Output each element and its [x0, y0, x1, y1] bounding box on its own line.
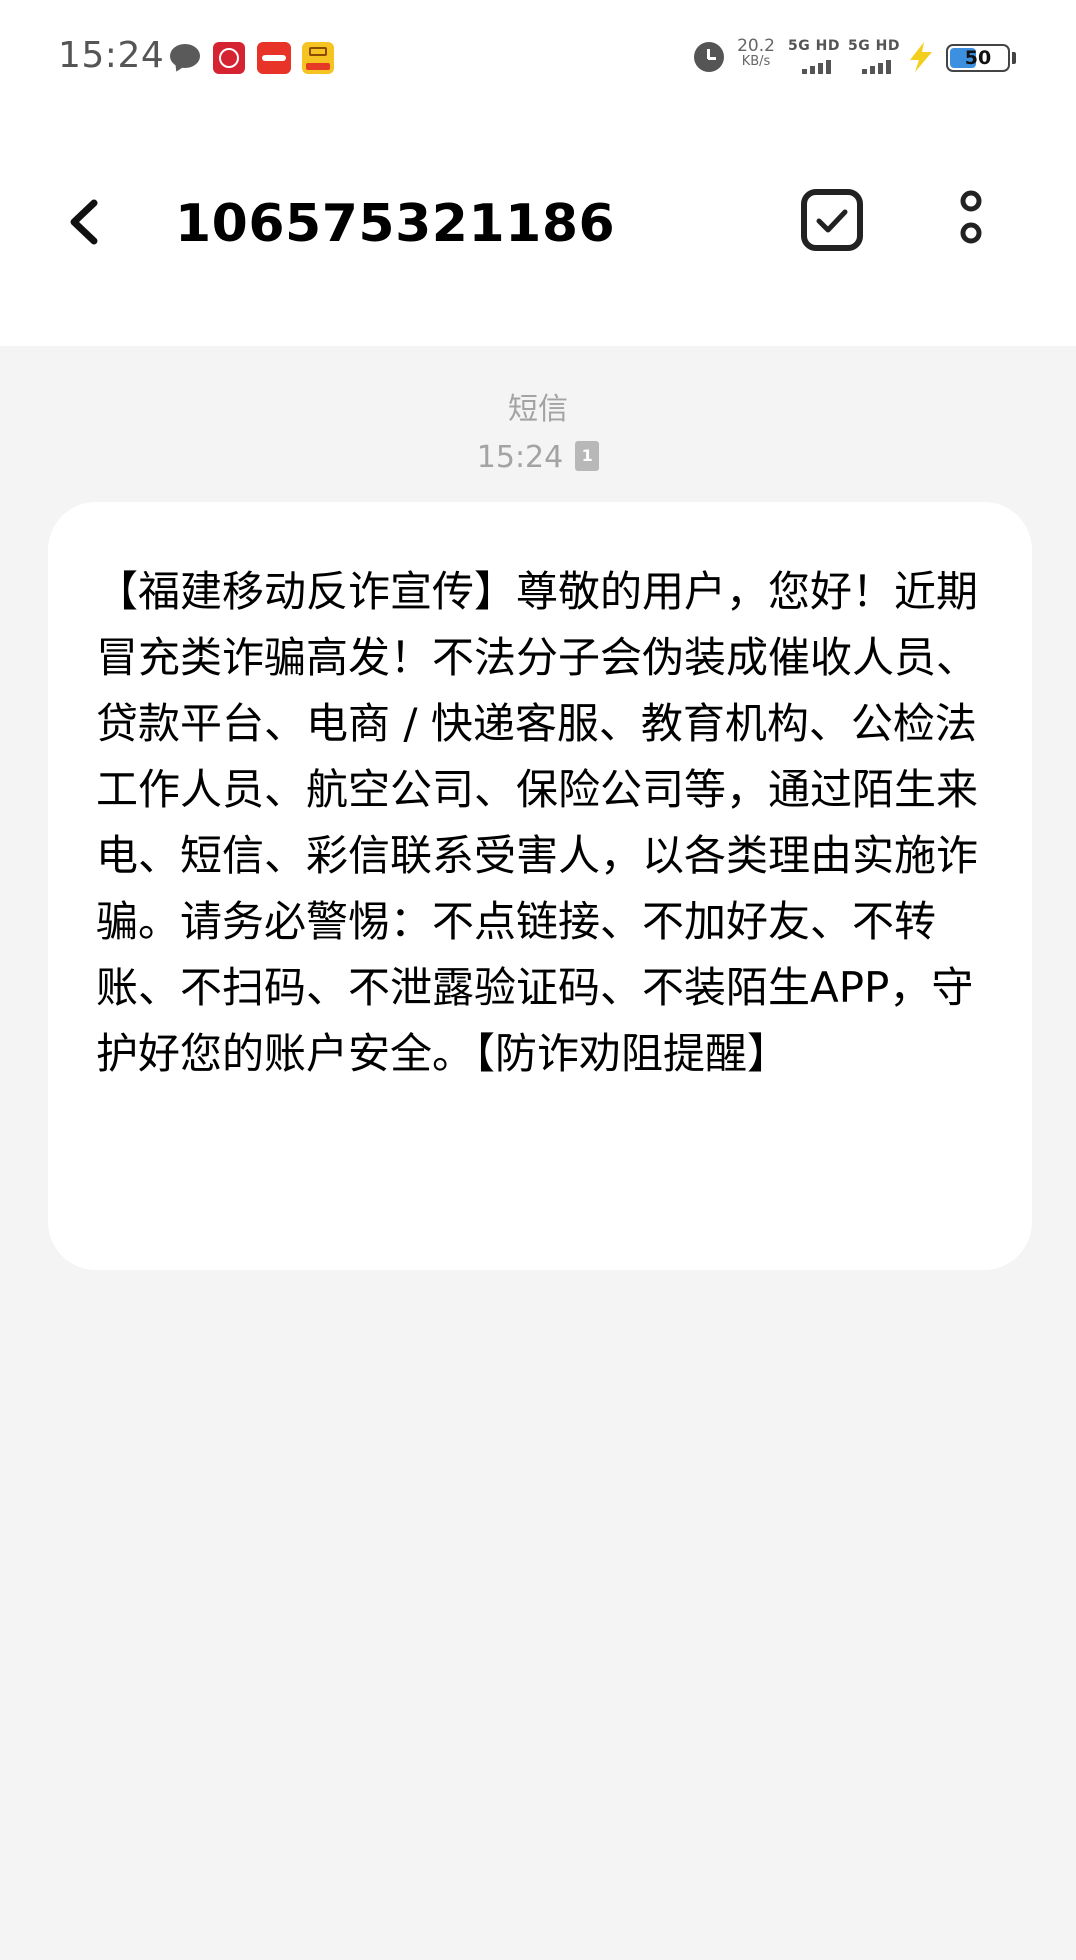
message-type-label: 短信: [508, 392, 568, 427]
select-messages-button[interactable]: [800, 188, 864, 252]
message-timestamp: 15:24: [476, 440, 564, 475]
sim2-network-label: 5G HD: [848, 38, 900, 54]
haofenqi-app-icon: [257, 42, 291, 74]
chat-bubble-icon: [170, 44, 200, 68]
contact-number-title: 106575321186: [175, 194, 616, 254]
checkbox-icon: [801, 189, 863, 251]
signal-bars-icon: [802, 58, 842, 74]
sim1-network-label: 5G HD: [788, 38, 840, 54]
more-options-button[interactable]: [944, 188, 998, 252]
charging-bolt-icon: [906, 40, 936, 74]
citic-bank-app-icon: [213, 42, 245, 74]
message-bubble[interactable]: 【福建移动反诈宣传】尊敬的用户，您好！近期冒充类诈骗高发！不法分子会伪装成催收人…: [48, 502, 1032, 1270]
sim2-signal: 5G HD: [848, 38, 904, 78]
battery-icon: 50: [946, 44, 1010, 72]
more-vertical-icon: [960, 190, 982, 244]
message-text: 【福建移动反诈宣传】尊敬的用户，您好！近期冒充类诈骗高发！不法分子会伪装成催收人…: [96, 567, 979, 1078]
battery-level-text: 50: [964, 47, 992, 69]
sim-card-icon: 1: [575, 440, 600, 471]
network-speed-value: 20.2: [737, 36, 775, 56]
back-button[interactable]: [60, 187, 116, 257]
status-bar: 15:24 20.2 KB/s 5G HD 5G HD 50: [0, 0, 1076, 112]
battery-tip: [1012, 52, 1016, 64]
sim1-signal: 5G HD: [788, 38, 844, 78]
conversation-header: 106575321186: [0, 112, 1076, 346]
xianyu-app-icon: [302, 42, 334, 74]
status-time: 15:24: [58, 35, 165, 76]
network-speed: 20.2 KB/s: [734, 38, 778, 70]
message-timestamp-row: 15:24 1: [0, 438, 1076, 478]
network-speed-unit: KB/s: [741, 54, 771, 69]
alarm-icon: [694, 42, 724, 72]
signal-bars-icon: [862, 58, 902, 74]
chevron-left-icon: [70, 199, 98, 245]
